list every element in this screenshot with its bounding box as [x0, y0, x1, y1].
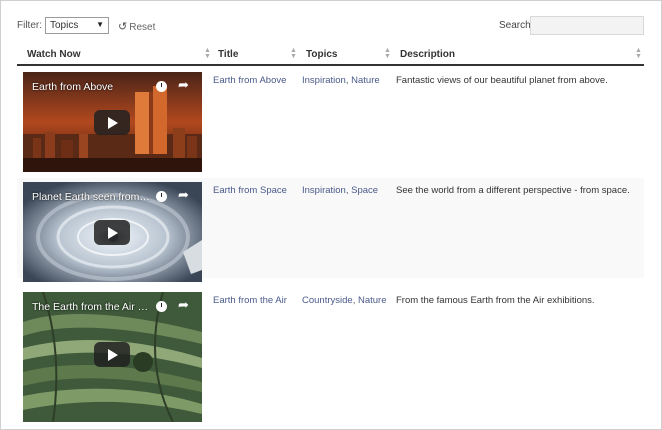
- table-header: Watch Now ▲ ▼ Title ▲ ▼ Topics ▲ ▼ Descript…: [17, 43, 644, 66]
- video-title-overlay[interactable]: Planet Earth seen from ...: [32, 191, 150, 203]
- row-topics: Countryside, Nature: [302, 295, 387, 306]
- chevron-down-icon: ▼: [96, 20, 104, 29]
- table-row: The Earth from the Air b... ➦ Earth from…: [17, 288, 644, 422]
- topic-link[interactable]: Nature: [358, 295, 387, 306]
- table-row: Earth from Above ➦ Earth from Above Insp…: [17, 68, 644, 172]
- row-topics: Inspiration, Space: [302, 185, 379, 196]
- watch-later-icon[interactable]: [156, 301, 167, 312]
- sort-icon[interactable]: ▲ ▼: [290, 47, 297, 60]
- videos-table: Watch Now ▲ ▼ Title ▲ ▼ Topics ▲ ▼ Descript…: [17, 43, 644, 422]
- row-description: See the world from a different perspecti…: [396, 185, 630, 196]
- play-button[interactable]: [94, 220, 130, 245]
- play-button[interactable]: [94, 342, 130, 367]
- search-label: Search:: [499, 20, 534, 31]
- row-title-link[interactable]: Earth from the Air: [213, 295, 287, 306]
- table-toolbar: Filter: Topics ▼ ↺ Reset Search:: [17, 16, 644, 36]
- column-header-topics[interactable]: Topics: [306, 49, 337, 60]
- topics-filter-select[interactable]: Topics ▼: [45, 17, 109, 34]
- sort-icon[interactable]: ▲ ▼: [384, 47, 391, 60]
- share-icon[interactable]: ➦: [178, 187, 189, 203]
- topic-link[interactable]: Inspiration: [302, 75, 346, 86]
- watch-later-icon[interactable]: [156, 81, 167, 92]
- topic-link[interactable]: Inspiration: [302, 185, 346, 196]
- video-thumbnail[interactable]: The Earth from the Air b... ➦: [23, 292, 202, 422]
- topic-link[interactable]: Countryside: [302, 295, 353, 306]
- video-title-overlay[interactable]: Earth from Above: [32, 81, 150, 93]
- video-title-overlay[interactable]: The Earth from the Air b...: [32, 301, 150, 313]
- filter-selected-value: Topics: [50, 20, 79, 31]
- share-icon[interactable]: ➦: [178, 77, 189, 93]
- row-description: From the famous Earth from the Air exhib…: [396, 295, 595, 306]
- filter-label: Filter:: [17, 20, 42, 31]
- reset-icon: ↺: [118, 21, 128, 33]
- topic-link[interactable]: Nature: [351, 75, 380, 86]
- column-header-description[interactable]: Description: [400, 49, 455, 60]
- sort-icon[interactable]: ▲ ▼: [204, 47, 211, 60]
- search-input[interactable]: [530, 16, 644, 35]
- column-header-watch-now[interactable]: Watch Now: [27, 49, 81, 60]
- column-header-title[interactable]: Title: [218, 49, 238, 60]
- row-title-link[interactable]: Earth from Above: [213, 75, 286, 86]
- video-thumbnail[interactable]: Earth from Above ➦: [23, 72, 202, 172]
- reset-button[interactable]: ↺ Reset: [118, 20, 155, 33]
- row-topics: Inspiration, Nature: [302, 75, 380, 86]
- play-button[interactable]: [94, 110, 130, 135]
- row-description: Fantastic views of our beautiful planet …: [396, 75, 608, 86]
- reset-label: Reset: [129, 22, 156, 33]
- video-thumbnail[interactable]: Planet Earth seen from ... ➦: [23, 182, 202, 282]
- sort-icon[interactable]: ▲ ▼: [635, 47, 642, 60]
- row-title-link[interactable]: Earth from Space: [213, 185, 287, 196]
- share-icon[interactable]: ➦: [178, 297, 189, 313]
- watch-later-icon[interactable]: [156, 191, 167, 202]
- table-row: Planet Earth seen from ... ➦ Earth from …: [17, 178, 644, 282]
- topic-link[interactable]: Space: [351, 185, 378, 196]
